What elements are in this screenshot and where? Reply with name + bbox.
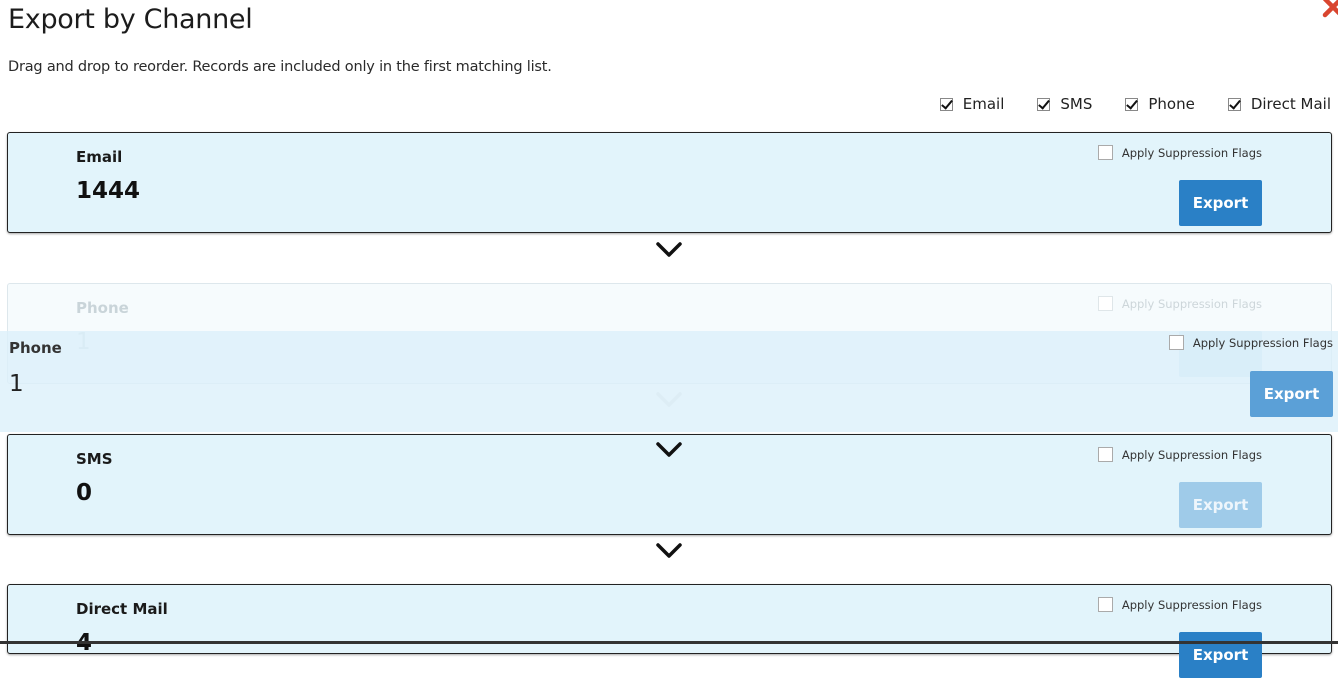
- channel-card-email[interactable]: Email 1444 Apply Suppression Flags Expor…: [7, 132, 1332, 233]
- suppression-label: Apply Suppression Flags: [1121, 447, 1262, 462]
- suppression-checkbox[interactable]: [1097, 447, 1113, 462]
- card-channel-name: Phone: [9, 339, 62, 357]
- instructions-text: Drag and drop to reorder. Records are in…: [8, 59, 552, 75]
- export-button[interactable]: Export: [1179, 632, 1262, 678]
- filter-phone-label: Phone: [1148, 95, 1195, 113]
- card-channel-name: Phone: [76, 299, 129, 317]
- chevron-down-icon[interactable]: [656, 543, 682, 559]
- suppression-checkbox: [1097, 296, 1113, 311]
- filter-sms-label: SMS: [1060, 95, 1093, 113]
- card-channel-name: Direct Mail: [76, 600, 168, 618]
- filter-sms-checkbox[interactable]: [1037, 97, 1051, 111]
- filter-direct-mail[interactable]: Direct Mail: [1227, 95, 1331, 113]
- suppression-checkbox[interactable]: [1097, 597, 1113, 612]
- export-button[interactable]: Export: [1250, 371, 1333, 417]
- card-record-count: 0: [76, 480, 93, 506]
- card-channel-name: Email: [76, 148, 123, 166]
- suppression-toggle: Apply Suppression Flags: [1097, 296, 1262, 311]
- suppression-toggle[interactable]: Apply Suppression Flags: [1168, 335, 1333, 350]
- filter-email-checkbox[interactable]: [939, 97, 953, 111]
- filter-email[interactable]: Email: [939, 95, 1005, 113]
- card-channel-name: SMS: [76, 450, 113, 468]
- filter-sms[interactable]: SMS: [1037, 95, 1092, 113]
- suppression-label: Apply Suppression Flags: [1121, 597, 1262, 612]
- suppression-toggle[interactable]: Apply Suppression Flags: [1097, 597, 1262, 612]
- chevron-down-icon[interactable]: [656, 442, 682, 458]
- filter-phone-checkbox[interactable]: [1125, 97, 1139, 111]
- dragging-card-phone[interactable]: Phone 1 Apply Suppression Flags Export: [0, 331, 1338, 432]
- suppression-label: Apply Suppression Flags: [1192, 335, 1333, 350]
- suppression-toggle[interactable]: Apply Suppression Flags: [1097, 145, 1262, 160]
- card-record-count: 1: [9, 371, 24, 397]
- filter-phone[interactable]: Phone: [1125, 95, 1195, 113]
- suppression-checkbox[interactable]: [1097, 145, 1113, 160]
- card-record-count: 1444: [76, 178, 141, 204]
- suppression-toggle[interactable]: Apply Suppression Flags: [1097, 447, 1262, 462]
- channel-filters: Email SMS Phone Direct Mail: [939, 95, 1331, 113]
- filter-direct-mail-label: Direct Mail: [1250, 95, 1331, 113]
- suppression-label: Apply Suppression Flags: [1121, 145, 1262, 160]
- export-button[interactable]: Export: [1179, 180, 1262, 226]
- close-icon[interactable]: [1320, 0, 1338, 20]
- suppression-checkbox[interactable]: [1168, 335, 1184, 350]
- suppression-label: Apply Suppression Flags: [1121, 296, 1262, 311]
- filter-email-label: Email: [962, 95, 1005, 113]
- filter-direct-mail-checkbox[interactable]: [1227, 97, 1241, 111]
- dialog-title: Export by Channel: [8, 4, 253, 35]
- export-button[interactable]: Export: [1179, 482, 1262, 528]
- chevron-down-icon[interactable]: [656, 242, 682, 258]
